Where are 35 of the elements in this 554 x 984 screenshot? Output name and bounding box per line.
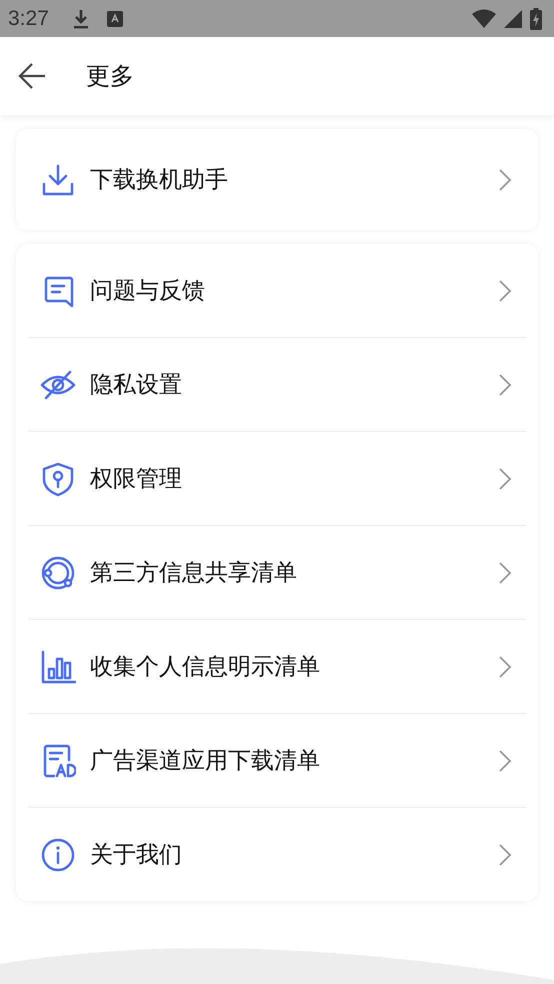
menu-label: 收集个人信息明示清单 (90, 653, 321, 682)
status-time: 3:27 (8, 6, 49, 30)
menu-label: 问题与反馈 (90, 277, 206, 306)
battery-icon (530, 8, 542, 30)
menu-label: 第三方信息共享清单 (90, 559, 298, 588)
chevron-right-icon (498, 466, 512, 490)
chevron-right-icon (498, 560, 512, 584)
menu-label: 广告渠道应用下载清单 (90, 747, 321, 776)
orbit-icon (40, 554, 76, 590)
menu-label: 关于我们 (90, 841, 183, 870)
info-icon (40, 836, 76, 872)
keyboard-icon (106, 10, 123, 26)
chevron-right-icon (498, 654, 512, 678)
menu-label: 权限管理 (90, 465, 183, 494)
signal-icon (504, 10, 522, 28)
menu-item[interactable]: 收集个人信息明示清单 (28, 620, 526, 714)
wifi-icon (472, 8, 496, 28)
menu-label: 下载换机助手 (90, 166, 229, 195)
chevron-right-icon (498, 748, 512, 772)
back-icon[interactable] (18, 62, 46, 90)
chevron-right-icon (498, 168, 512, 192)
chevron-right-icon (498, 372, 512, 396)
menu-item[interactable]: 权限管理 (28, 432, 526, 526)
menu-item[interactable]: 问题与反馈 (28, 244, 526, 338)
menu-item[interactable]: 广告渠道应用下载清单 (28, 714, 526, 808)
menu-item[interactable]: 关于我们 (28, 808, 526, 901)
chevron-right-icon (498, 842, 512, 866)
chevron-right-icon (498, 278, 512, 302)
shield-icon (40, 460, 76, 496)
menu-label: 隐私设置 (90, 371, 183, 400)
menu-item[interactable]: 第三方信息共享清单 (28, 526, 526, 620)
bar-chart-icon (40, 648, 76, 684)
page-title: 更多 (86, 61, 134, 92)
menu-item[interactable]: 隐私设置 (28, 338, 526, 432)
menu-item[interactable]: 下载换机助手 (28, 129, 526, 230)
